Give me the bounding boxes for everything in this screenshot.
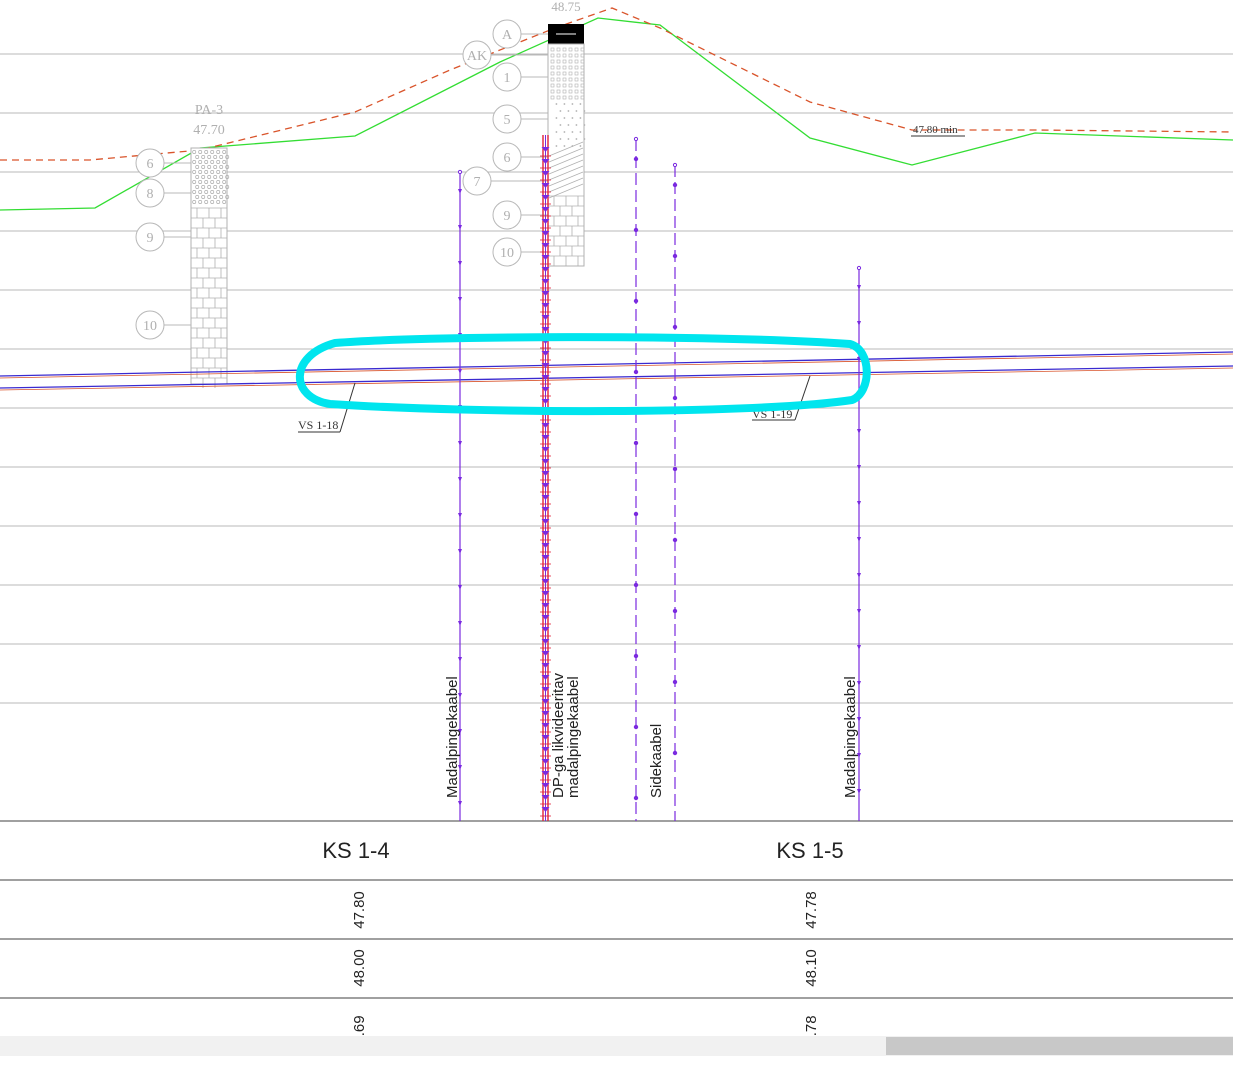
design-level-tag: 47.80 min [911, 124, 965, 137]
pipe-lines: VS 1-18 VS 1-19 [0, 351, 1233, 433]
layer-callout-1: 1 [504, 71, 511, 86]
table-cell-r2-c2: 48.10 [803, 949, 820, 987]
peak-elevation-label: 48.75 [551, 0, 580, 14]
cable-label-madalpingekaabel-1: Madalpingekaabel [444, 676, 461, 798]
table-cell-r1-c2: 47.78 [803, 891, 820, 929]
layer-callout-5: 5 [504, 113, 511, 128]
table-header-ks-1-4: KS 1-4 [322, 838, 389, 863]
layer-callout-7: 7 [474, 175, 481, 190]
borehole-elevation: 47.70 [193, 123, 225, 138]
layer-callout-A: A [502, 28, 513, 43]
pipe-label-vs-1-18: VS 1-18 [298, 418, 338, 432]
svg-text:47.80 min: 47.80 min [913, 124, 958, 136]
table-grid [0, 820, 1233, 999]
existing-ground-line [0, 17, 1233, 211]
design-surface-line [0, 7, 1233, 161]
layer-callout-10: 10 [500, 246, 514, 261]
layer-callout-8: 8 [147, 187, 154, 202]
cable-label-sidekaabel: Sidekaabel [648, 724, 665, 798]
cable-label-madalpingekaabel-2: madalpingekaabel [565, 676, 582, 798]
layer-callout-6: 6 [504, 151, 511, 166]
borehole-center: A AK 1 5 7 6 9 10 [462, 19, 586, 267]
layer-callout-9: 9 [504, 209, 511, 224]
layer-callout-9: 9 [147, 231, 154, 246]
layer-callout-10: 10 [143, 319, 157, 334]
table-cell-r1-c1: 47.80 [351, 891, 368, 929]
borehole-pa3: PA-3 47.70 6 8 9 10 [135, 103, 230, 388]
cable-lines [457, 135, 862, 821]
scrollbar-thumb[interactable] [886, 1037, 1233, 1055]
horizontal-scrollbar[interactable] [0, 1036, 1233, 1056]
layer-callout-6: 6 [147, 157, 154, 172]
layer-callout-AK: AK [467, 49, 487, 64]
profile-drawing: 48.75 PA-3 47.70 6 8 9 10 A AK 1 5 7 6 9 10 VS 1-1… [0, 0, 1233, 1045]
table-header-ks-1-5: KS 1-5 [776, 838, 843, 863]
borehole-name: PA-3 [195, 103, 223, 118]
table-cell-r2-c1: 48.00 [351, 949, 368, 987]
cable-label-madalpingekaabel-3: Madalpingekaabel [842, 676, 859, 798]
